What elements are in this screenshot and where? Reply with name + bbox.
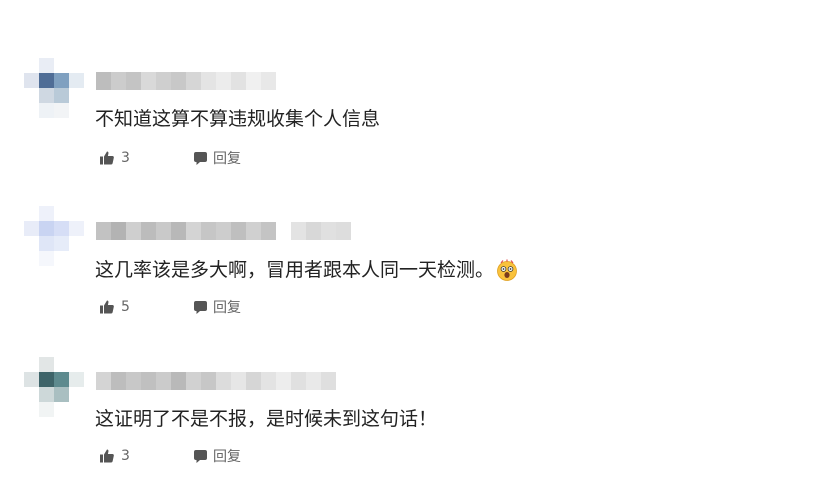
like-count: 3 [121,150,130,166]
thumbs-up-icon [100,151,114,165]
like-button[interactable]: 5 [99,299,130,315]
comment-text: 这几率该是多大啊，冒用者跟本人同一天检测。 [95,257,518,283]
comment-actions: 3 回复 [99,148,241,168]
username-blurred[interactable] [96,372,336,390]
reply-button[interactable]: 回复 [193,148,241,168]
reply-button[interactable]: 回复 [193,446,241,466]
reply-label: 回复 [213,151,241,167]
reply-label: 回复 [213,300,241,316]
comment-actions: 5 回复 [99,297,241,317]
speech-bubble-icon [194,300,207,314]
comment-text-body: 这几率该是多大啊，冒用者跟本人同一天检测。 [95,259,495,281]
comment-item: 这证明了不是不报，是时候未到这句话！ 3 回复 [0,0,829,465]
comment-text: 这证明了不是不报，是时候未到这句话！ [95,408,438,430]
comment-actions: 3 回复 [99,446,241,466]
avatar[interactable] [24,357,84,417]
thumbs-up-icon [100,300,114,314]
reply-label: 回复 [213,449,241,465]
username-blurred[interactable] [96,222,351,240]
like-button[interactable]: 3 [99,448,130,464]
avatar[interactable] [24,206,84,266]
speech-bubble-icon [194,449,207,463]
like-count: 3 [121,448,130,464]
shocked-face-emoji-icon [497,259,517,281]
like-button[interactable]: 3 [99,150,130,166]
reply-button[interactable]: 回复 [193,297,241,317]
like-count: 5 [121,299,130,315]
speech-bubble-icon [194,151,207,165]
thumbs-up-icon [100,449,114,463]
